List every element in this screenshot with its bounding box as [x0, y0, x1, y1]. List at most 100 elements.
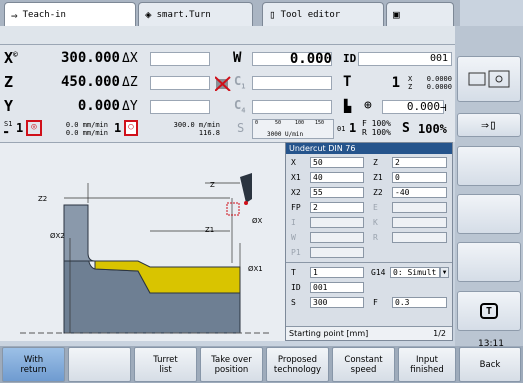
label-x: ØX: [252, 217, 263, 225]
label-e: E: [373, 203, 378, 212]
dialog-title: Undercut DIN 76: [286, 143, 452, 154]
field-z1[interactable]: 0: [392, 172, 447, 183]
proposed-technology-button[interactable]: Proposed technology: [266, 347, 329, 382]
field-e[interactable]: [392, 202, 447, 213]
tab-teach-in[interactable]: ⇒ Teach-in: [4, 2, 136, 27]
axis-toggle-button[interactable]: ⇒▯: [457, 113, 521, 137]
field-p1[interactable]: [310, 247, 364, 258]
turret-list-button[interactable]: Turret list: [134, 347, 197, 382]
tool-button[interactable]: T: [457, 291, 521, 331]
override-gauge: 0 50 100 150 3000 U/min: [252, 119, 334, 139]
field-t[interactable]: 1: [310, 267, 364, 278]
delta-field-z[interactable]: [150, 76, 210, 90]
field-f[interactable]: 0.3: [392, 297, 447, 308]
s1-indicator: S1 ▬: [4, 120, 13, 136]
dialog-status: Starting point [mm] 1/2: [286, 326, 452, 340]
constant-speed-button[interactable]: Constant speed: [332, 347, 395, 382]
tool-x-label: X: [408, 75, 413, 83]
axis-label-y: Y: [4, 97, 14, 115]
label-x: X: [291, 158, 296, 167]
position-value-y: 0.000: [77, 98, 120, 114]
delta-field-x[interactable]: [150, 52, 210, 66]
delta-label-z: ΔZ: [122, 75, 138, 90]
c4-label: C4: [234, 98, 246, 115]
c1-field: [252, 76, 332, 90]
override-one: 1: [349, 121, 357, 135]
delta-label-x: ΔX: [122, 51, 138, 66]
tool-t-value: 1: [391, 75, 400, 91]
undercut-dialog: Undercut DIN 76 X 50 Z 2 X1 40 Z1 0 X2 5…: [285, 142, 453, 341]
field-x1[interactable]: 40: [310, 172, 364, 183]
position-row-x: X© 300.000 ΔX W 0.000 ID 001: [0, 49, 455, 69]
c4-field: [252, 100, 332, 114]
label-id: ID: [291, 283, 301, 292]
axis-label-z: Z: [4, 73, 14, 91]
feed1-unit: 0.0 mm/min: [65, 129, 108, 137]
vertical-softkey-bar: ⇒▯ T: [455, 26, 523, 346]
field-s[interactable]: 300: [310, 297, 364, 308]
field-w[interactable]: [310, 232, 364, 243]
save-icon: ▣: [393, 8, 400, 21]
tool-t-icon: T: [480, 303, 498, 319]
field-z2[interactable]: -40: [392, 187, 447, 198]
s1-value: 1: [16, 121, 24, 135]
tab-save[interactable]: ▣: [386, 2, 454, 26]
dialog-divider: [286, 262, 452, 263]
softkey-empty[interactable]: [68, 347, 131, 382]
field-fp[interactable]: 2: [310, 202, 364, 213]
undercut-sketch: Z Z2 Z1 ØX ØX2 ØX1: [0, 142, 285, 341]
s-second-label: S: [237, 121, 245, 135]
undercut-diagram: [20, 173, 270, 334]
position-display: X© 300.000 ΔX W 0.000 ID 001 Z 450.000 Δ…: [0, 44, 455, 142]
label-z1: Z1: [373, 173, 383, 182]
tab-tool-editor[interactable]: ▯ Tool editor: [262, 2, 384, 26]
rapid-override: R 100%: [362, 128, 391, 137]
field-id[interactable]: 001: [310, 282, 364, 293]
input-finished-button[interactable]: Input finished: [398, 347, 456, 382]
field-k[interactable]: [392, 217, 447, 228]
with-return-button[interactable]: With return: [2, 347, 65, 382]
spindle-box-icon: ○: [124, 120, 138, 136]
label-x1: X1: [291, 173, 301, 182]
field-g14[interactable]: 0: Simult: [390, 267, 440, 278]
machine-mode-button[interactable]: [457, 56, 521, 102]
feed-toggle-icon: ⇒▯: [481, 117, 497, 133]
field-r[interactable]: [392, 232, 447, 243]
take-over-position-button[interactable]: Take over position: [200, 347, 263, 382]
label-z1: Z1: [205, 226, 215, 234]
lathe-icon: [468, 70, 510, 88]
softkey-empty-1[interactable]: [457, 146, 521, 186]
tab-smart-turn[interactable]: ◈ smart.Turn: [138, 2, 253, 26]
field-x[interactable]: 50: [310, 157, 364, 168]
softkey-empty-3[interactable]: [457, 242, 521, 282]
spindle-icon: ⊕: [364, 98, 372, 113]
s-override-label: S: [402, 121, 410, 136]
back-button[interactable]: Back: [459, 347, 521, 382]
id-value: 001: [429, 53, 448, 64]
label-x2: ØX2: [50, 232, 65, 240]
axis-label-x: X©: [4, 49, 18, 67]
document-icon: ▯: [269, 8, 276, 21]
position-value-z: 450.000: [60, 74, 120, 90]
header-strip: [0, 26, 455, 44]
field-z[interactable]: 2: [392, 157, 447, 168]
axis-label-w: W: [233, 50, 242, 66]
delta-label-y: ΔY: [122, 99, 138, 114]
label-k: K: [373, 218, 378, 227]
label-s: S: [291, 298, 296, 307]
coolant-icon: ▙: [344, 99, 352, 113]
softkey-empty-2[interactable]: [457, 194, 521, 234]
chevron-down-icon[interactable]: ▼: [440, 267, 449, 278]
field-i[interactable]: [310, 217, 364, 228]
feed2-rate: 300.0 m/min: [173, 121, 220, 129]
tool-z-label: Z: [408, 83, 413, 91]
delta-field-y[interactable]: [150, 100, 210, 114]
label-z: Z: [210, 181, 215, 189]
id-label: ID: [343, 52, 357, 65]
page-indicator: 1/2: [433, 329, 446, 338]
horizontal-softkey-bar: With return Turret list Take over positi…: [0, 346, 523, 383]
label-x2: X2: [291, 188, 301, 197]
label-z2: Z2: [38, 195, 48, 203]
label-i: I: [291, 218, 296, 227]
field-x2[interactable]: 55: [310, 187, 364, 198]
